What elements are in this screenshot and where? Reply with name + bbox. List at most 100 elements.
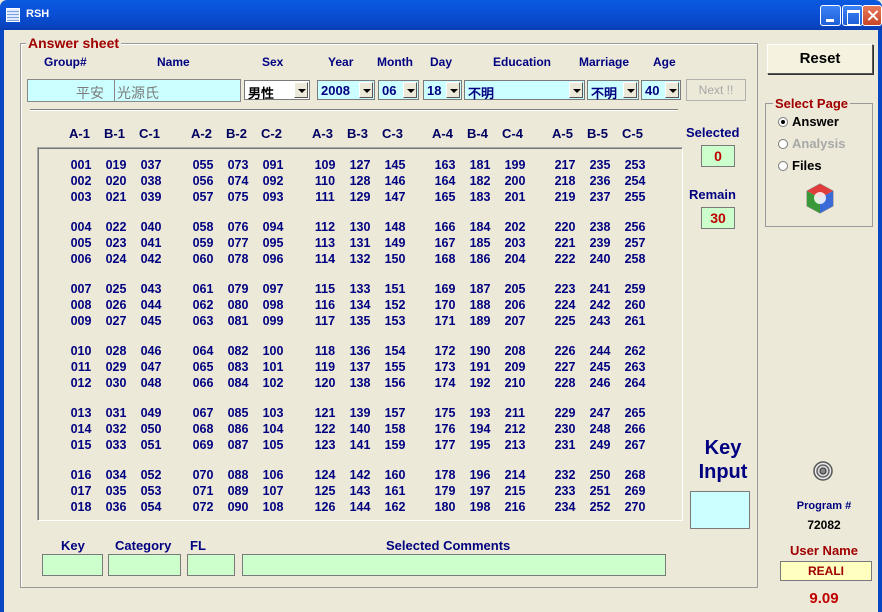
answer-item[interactable]: 049: [136, 406, 166, 420]
answer-item[interactable]: 239: [585, 236, 615, 250]
answer-item[interactable]: 262: [620, 344, 650, 358]
answer-item[interactable]: 263: [620, 360, 650, 374]
answer-item[interactable]: 081: [223, 314, 253, 328]
answer-item[interactable]: 089: [223, 484, 253, 498]
answer-item[interactable]: 077: [223, 236, 253, 250]
answer-item[interactable]: 142: [345, 468, 375, 482]
answer-item[interactable]: 193: [465, 406, 495, 420]
answer-item[interactable]: 242: [585, 298, 615, 312]
answer-item[interactable]: 019: [101, 158, 131, 172]
answer-item[interactable]: 020: [101, 174, 131, 188]
answer-item[interactable]: 235: [585, 158, 615, 172]
answer-item[interactable]: 213: [500, 438, 530, 452]
answer-item[interactable]: 190: [465, 344, 495, 358]
answer-item[interactable]: 248: [585, 422, 615, 436]
answer-item[interactable]: 207: [500, 314, 530, 328]
answer-item[interactable]: 119: [310, 360, 340, 374]
answer-item[interactable]: 022: [101, 220, 131, 234]
answer-item[interactable]: 134: [345, 298, 375, 312]
answer-item[interactable]: 088: [223, 468, 253, 482]
answer-item[interactable]: 014: [66, 422, 96, 436]
answer-item[interactable]: 027: [101, 314, 131, 328]
answer-item[interactable]: 133: [345, 282, 375, 296]
answer-item[interactable]: 092: [258, 174, 288, 188]
selected-comments-field[interactable]: [242, 554, 666, 576]
answer-item[interactable]: 034: [101, 468, 131, 482]
answer-item[interactable]: 189: [465, 314, 495, 328]
answer-item[interactable]: 057: [188, 190, 218, 204]
answer-item[interactable]: 138: [345, 376, 375, 390]
answer-item[interactable]: 152: [380, 298, 410, 312]
answer-item[interactable]: 206: [500, 298, 530, 312]
answer-item[interactable]: 203: [500, 236, 530, 250]
answer-item[interactable]: 204: [500, 252, 530, 266]
answer-item[interactable]: 268: [620, 468, 650, 482]
answer-item[interactable]: 085: [223, 406, 253, 420]
answer-item[interactable]: 125: [310, 484, 340, 498]
answer-item[interactable]: 244: [585, 344, 615, 358]
chevron-down-icon[interactable]: [665, 82, 679, 98]
answer-item[interactable]: 162: [380, 500, 410, 514]
answer-item[interactable]: 064: [188, 344, 218, 358]
answer-item[interactable]: 105: [258, 438, 288, 452]
answer-item[interactable]: 141: [345, 438, 375, 452]
answer-item[interactable]: 221: [550, 236, 580, 250]
chevron-down-icon[interactable]: [446, 82, 460, 98]
answer-item[interactable]: 048: [136, 376, 166, 390]
answer-item[interactable]: 030: [101, 376, 131, 390]
answer-item[interactable]: 172: [430, 344, 460, 358]
answer-item[interactable]: 018: [66, 500, 96, 514]
answer-item[interactable]: 087: [223, 438, 253, 452]
answer-item[interactable]: 202: [500, 220, 530, 234]
answer-item[interactable]: 160: [380, 468, 410, 482]
answer-item[interactable]: 082: [223, 344, 253, 358]
answer-item[interactable]: 241: [585, 282, 615, 296]
answer-item[interactable]: 185: [465, 236, 495, 250]
answer-item[interactable]: 038: [136, 174, 166, 188]
answer-item[interactable]: 023: [101, 236, 131, 250]
target-icon[interactable]: [813, 461, 833, 481]
answer-item[interactable]: 011: [66, 360, 96, 374]
answer-item[interactable]: 146: [380, 174, 410, 188]
answer-item[interactable]: 250: [585, 468, 615, 482]
answer-item[interactable]: 144: [345, 500, 375, 514]
answer-item[interactable]: 130: [345, 220, 375, 234]
answer-item[interactable]: 062: [188, 298, 218, 312]
answer-item[interactable]: 267: [620, 438, 650, 452]
answer-item[interactable]: 066: [188, 376, 218, 390]
answer-item[interactable]: 218: [550, 174, 580, 188]
answer-item[interactable]: 196: [465, 468, 495, 482]
answer-item[interactable]: 165: [430, 190, 460, 204]
answer-item[interactable]: 099: [258, 314, 288, 328]
radio-selected-icon[interactable]: [778, 117, 788, 127]
answer-item[interactable]: 007: [66, 282, 96, 296]
answer-item[interactable]: 155: [380, 360, 410, 374]
answer-item[interactable]: 259: [620, 282, 650, 296]
answer-item[interactable]: 037: [136, 158, 166, 172]
answer-item[interactable]: 173: [430, 360, 460, 374]
answer-item[interactable]: 184: [465, 220, 495, 234]
answer-item[interactable]: 261: [620, 314, 650, 328]
answer-item[interactable]: 139: [345, 406, 375, 420]
answer-item[interactable]: 033: [101, 438, 131, 452]
answer-item[interactable]: 015: [66, 438, 96, 452]
answer-item[interactable]: 114: [310, 252, 340, 266]
answer-item[interactable]: 120: [310, 376, 340, 390]
answer-item[interactable]: 090: [223, 500, 253, 514]
answer-item[interactable]: 231: [550, 438, 580, 452]
answer-item[interactable]: 215: [500, 484, 530, 498]
answer-item[interactable]: 197: [465, 484, 495, 498]
answer-item[interactable]: 050: [136, 422, 166, 436]
answer-item[interactable]: 209: [500, 360, 530, 374]
answer-item[interactable]: 005: [66, 236, 96, 250]
answer-item[interactable]: 127: [345, 158, 375, 172]
answer-item[interactable]: 188: [465, 298, 495, 312]
answer-item[interactable]: 003: [66, 190, 96, 204]
answer-item[interactable]: 055: [188, 158, 218, 172]
answer-item[interactable]: 247: [585, 406, 615, 420]
answer-item[interactable]: 070: [188, 468, 218, 482]
answer-item[interactable]: 226: [550, 344, 580, 358]
key-field[interactable]: [42, 554, 103, 576]
answer-item[interactable]: 164: [430, 174, 460, 188]
day-select[interactable]: 18: [423, 80, 462, 100]
